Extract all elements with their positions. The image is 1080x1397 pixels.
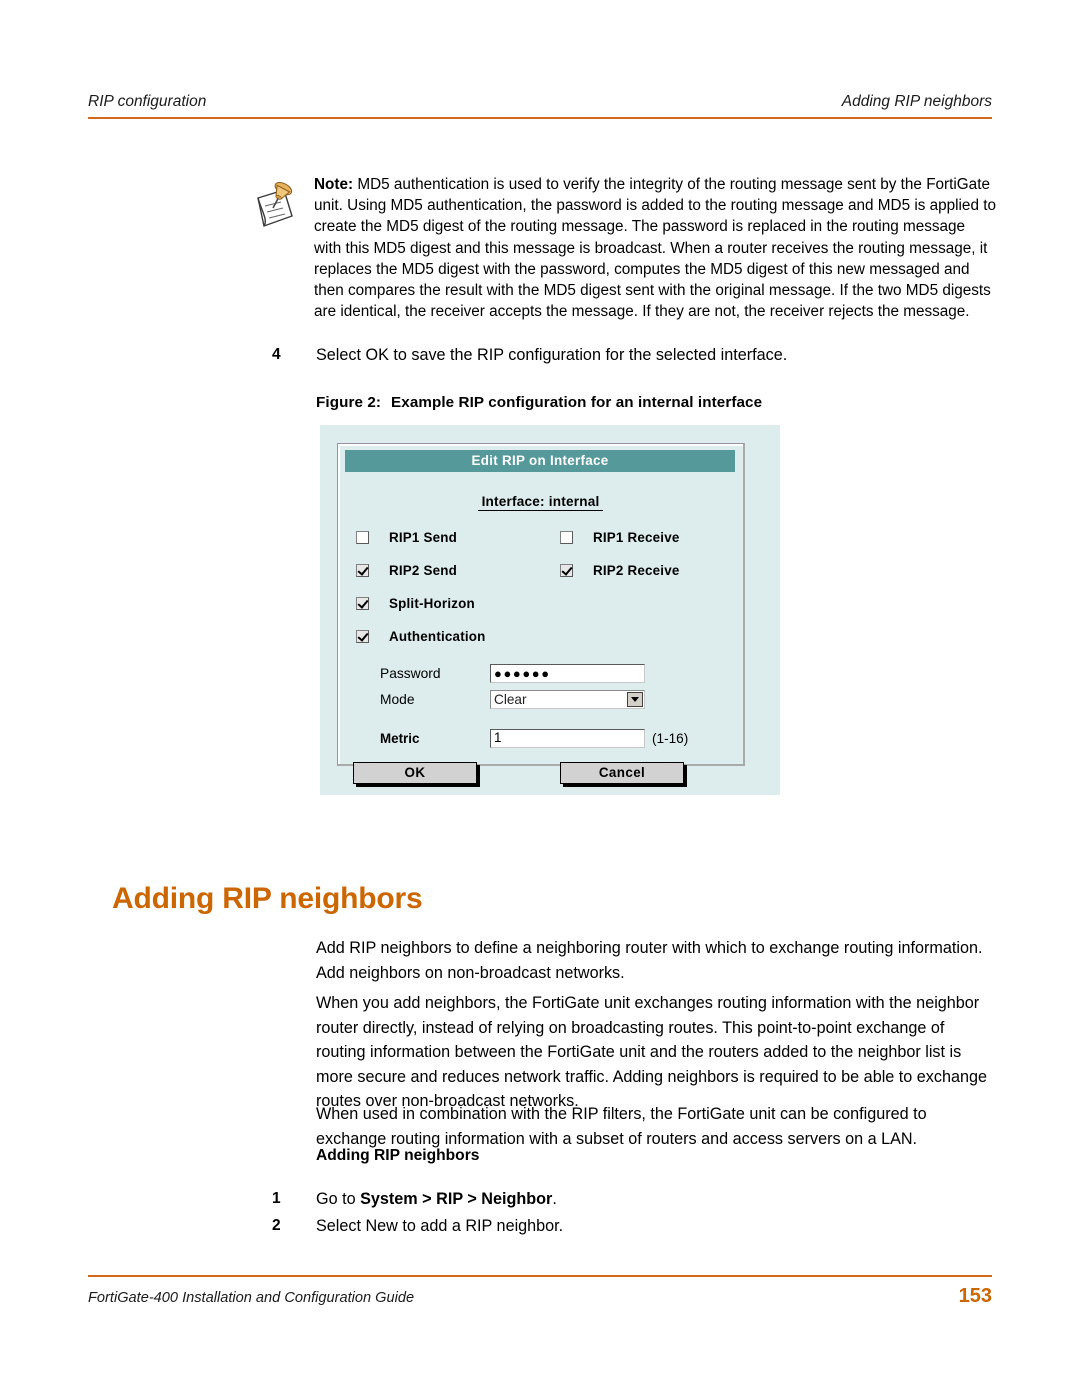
checkbox-row-rip2-send[interactable]: RIP2 Send: [356, 563, 457, 578]
note-text: Note: MD5 authentication is used to veri…: [314, 174, 996, 322]
mode-select[interactable]: Clear: [490, 690, 645, 709]
checkbox-split-horizon[interactable]: [356, 597, 369, 610]
checkbox-rip2-send[interactable]: [356, 564, 369, 577]
mode-label: Mode: [380, 692, 415, 707]
metric-label: Metric: [380, 731, 420, 746]
page-footer: FortiGate-400 Installation and Configura…: [88, 1285, 992, 1308]
dialog-titlebar: Edit RIP on Interface: [345, 450, 735, 472]
mode-select-value: Clear: [494, 692, 527, 707]
field-row-password: Password ●●●●●●: [380, 664, 645, 683]
edit-rip-dialog: Edit RIP on Interface Interface: interna…: [337, 443, 745, 784]
checkbox-label-rip2-send: RIP2 Send: [389, 563, 458, 578]
dialog-interface-value: Interface: internal: [477, 494, 604, 511]
paragraph-2: When you add neighbors, the FortiGate un…: [316, 994, 987, 1111]
field-row-metric: Metric 1 (1-16): [380, 729, 688, 748]
paragraph-3: When used in combination with the RIP fi…: [316, 1105, 927, 1148]
metric-input[interactable]: 1: [490, 729, 645, 748]
checkbox-label-rip1-send: RIP1 Send: [389, 530, 458, 545]
checkbox-rip1-receive[interactable]: [560, 531, 573, 544]
checkbox-row-rip1-send[interactable]: RIP1 Send: [356, 530, 457, 545]
field-row-mode: Mode Clear: [380, 690, 645, 709]
checkbox-label-split-horizon: Split-Horizon: [389, 596, 475, 611]
running-head-left: RIP configuration: [88, 93, 207, 110]
note-body: MD5 authentication is used to verify the…: [314, 176, 996, 321]
password-input[interactable]: ●●●●●●: [490, 664, 645, 683]
figure-caption-text: Example RIP configuration for an interna…: [391, 394, 763, 411]
figure-caption-label: Figure 2:: [316, 394, 382, 411]
step-number: 2: [272, 1217, 281, 1234]
step-item-4: 4 Select OK to save the RIP configuratio…: [272, 344, 992, 366]
footer-guide-title: FortiGate-400 Installation and Configura…: [88, 1290, 415, 1306]
step-text-prefix: Go to: [316, 1190, 361, 1208]
cancel-button[interactable]: Cancel: [560, 762, 684, 784]
checkbox-row-rip2-receive[interactable]: RIP2 Receive: [560, 563, 680, 578]
note-label: Note:: [314, 176, 354, 193]
checkbox-label-rip2-receive: RIP2 Receive: [593, 563, 680, 578]
ok-button[interactable]: OK: [353, 762, 477, 784]
page-number: 153: [958, 1285, 992, 1307]
header-divider: [88, 117, 992, 119]
checkbox-rip2-receive[interactable]: [560, 564, 573, 577]
step-text: Select OK to save the RIP configuration …: [316, 346, 788, 364]
step-text: Go to System > RIP > Neighbor.: [316, 1188, 557, 1210]
step-number: 4: [272, 346, 281, 363]
figure-image: Edit RIP on Interface Interface: interna…: [320, 425, 780, 795]
checkbox-row-split-horizon[interactable]: Split-Horizon: [356, 596, 475, 611]
checkbox-row-authentication[interactable]: Authentication: [356, 629, 486, 644]
step-text-suffix: .: [552, 1190, 557, 1208]
step-number: 1: [272, 1190, 281, 1207]
note-pushpin-icon: [248, 176, 304, 234]
step-item-1: 1 Go to System > RIP > Neighbor.: [272, 1188, 972, 1210]
page-title: Adding RIP neighbors: [112, 882, 423, 916]
step-item-2: 2 Select New to add a RIP neighbor.: [272, 1215, 972, 1237]
chevron-down-icon[interactable]: [627, 692, 643, 707]
paragraph-1: Add RIP neighbors to define a neighborin…: [316, 939, 983, 982]
step-text-bold: System > RIP > Neighbor: [360, 1190, 553, 1208]
running-head: RIP configuration Adding RIP neighbors: [88, 93, 992, 111]
sub-heading: Adding RIP neighbors: [316, 1147, 480, 1164]
checkbox-authentication[interactable]: [356, 630, 369, 643]
figure-caption: Figure 2: Example RIP configuration for a…: [316, 394, 762, 411]
password-label: Password: [380, 666, 441, 681]
checkbox-label-authentication: Authentication: [389, 629, 486, 644]
checkbox-row-rip1-receive[interactable]: RIP1 Receive: [560, 530, 680, 545]
note-block: Note: MD5 authentication is used to veri…: [248, 174, 996, 322]
step-text: Select New to add a RIP neighbor.: [316, 1217, 564, 1235]
dialog-interface-label: Interface: internal: [338, 494, 743, 511]
checkbox-label-rip1-receive: RIP1 Receive: [593, 530, 680, 545]
footer-divider: [88, 1275, 992, 1277]
running-head-right: Adding RIP neighbors: [841, 93, 992, 110]
metric-range-hint: (1-16): [652, 731, 689, 746]
checkbox-rip1-send[interactable]: [356, 531, 369, 544]
